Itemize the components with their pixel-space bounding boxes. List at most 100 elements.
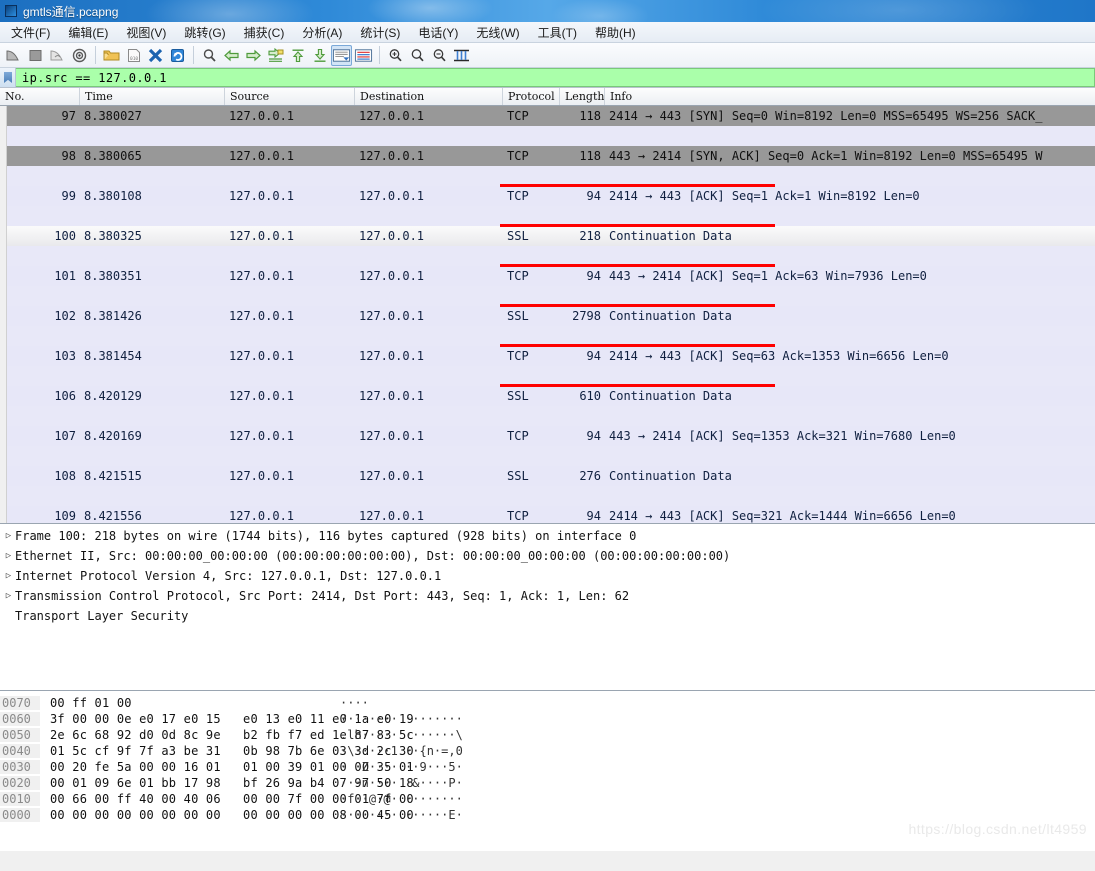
display-filter-bar: ip.src == 127.0.0.1 xyxy=(0,68,1095,88)
packet-bytes-pane[interactable]: 0070 00 ff 01 00 ···· 0060 3f 00 00 0e e0 17… xyxy=(0,691,1095,851)
hex-ascii: ·f··@·@· ········ xyxy=(340,792,463,806)
hex-offset: 0060 xyxy=(0,712,40,726)
packet-details-pane[interactable]: ▷ Frame 100: 218 bytes on wire (1744 bits… xyxy=(0,524,1095,691)
find-packet-icon[interactable] xyxy=(199,45,220,66)
packet-row[interactable]: 99 8.380108 127.0.0.1 127.0.0.1 TCP 94 2414 → … xyxy=(0,186,1095,206)
menu-statistics[interactable]: 统计(S) xyxy=(351,22,409,43)
capture-options-icon[interactable] xyxy=(69,45,90,66)
hex-ascii: ···· xyxy=(340,696,369,710)
hex-dump-row[interactable]: 0060 3f 00 00 0e e0 17 e0 15 e0 13 e0 11 … xyxy=(0,711,1095,727)
hex-offset: 0030 xyxy=(0,760,40,774)
go-forward-icon[interactable] xyxy=(243,45,264,66)
hex-ascii: · ·Z···· ··9···5· xyxy=(340,760,463,774)
column-header-source[interactable]: Source xyxy=(225,88,355,105)
packet-protocol-cell: TCP xyxy=(507,109,529,123)
column-header-no[interactable]: No. xyxy=(0,88,80,105)
packet-dest-cell: 127.0.0.1 xyxy=(359,389,425,403)
close-file-icon[interactable] xyxy=(145,45,166,66)
hex-dump-row[interactable]: 0010 00 66 00 ff 40 00 40 06 00 00 7f 00 … xyxy=(0,791,1095,807)
zoom-out-icon[interactable] xyxy=(407,45,428,66)
packet-info-cell: 2414 → 443 [ACK] Seq=1 Ack=1 Win=8192 Le… xyxy=(609,189,920,203)
column-header-protocol[interactable]: Protocol xyxy=(503,88,560,105)
hex-dump-row[interactable]: 0030 00 20 fe 5a 00 00 16 01 01 00 39 01 … xyxy=(0,759,1095,775)
packet-length-cell: 94 xyxy=(586,349,601,363)
packet-time-cell: 8.380325 xyxy=(84,229,142,243)
detail-row[interactable]: ▷ Frame 100: 218 bytes on wire (1744 bits… xyxy=(0,526,1095,546)
hex-ascii: ?······· ········ xyxy=(340,712,463,726)
save-file-icon[interactable]: 010 xyxy=(123,45,144,66)
hex-dump-row[interactable]: 0040 01 5c cf 9f 7f a3 be 31 0b 98 7b 6e … xyxy=(0,743,1095,759)
menu-telephony[interactable]: 电话(Y) xyxy=(409,22,467,43)
detail-row[interactable]: ▷ Ethernet II, Src: 00:00:00_00:00:00 (00… xyxy=(0,546,1095,566)
detail-row[interactable]: ▷ Internet Protocol Version 4, Src: 127.0… xyxy=(0,566,1095,586)
auto-scroll-icon[interactable] xyxy=(331,44,352,66)
filter-bookmark-icon[interactable] xyxy=(0,68,16,87)
hex-dump-row[interactable]: 0070 00 ff 01 00 ···· xyxy=(0,695,1095,711)
hex-dump-row[interactable]: 0050 2e 6c 68 92 d0 0d 8c 9e b2 fb f7 ed … xyxy=(0,727,1095,743)
packet-list-left-margin xyxy=(0,106,7,523)
packet-dest-cell: 127.0.0.1 xyxy=(359,149,425,163)
menu-edit[interactable]: 编辑(E) xyxy=(59,22,117,43)
packet-protocol-cell: SSL xyxy=(507,229,529,243)
display-filter-input[interactable]: ip.src == 127.0.0.1 xyxy=(16,68,1095,87)
colorize-icon[interactable] xyxy=(353,45,374,66)
menu-help[interactable]: 帮助(H) xyxy=(586,22,645,43)
go-last-packet-icon[interactable] xyxy=(309,45,330,66)
zoom-reset-icon[interactable] xyxy=(429,45,450,66)
hex-ascii: .lh····· ·······\ xyxy=(340,728,463,742)
packet-row[interactable]: 101 8.380351 127.0.0.1 127.0.0.1 TCP 94 443 → … xyxy=(0,266,1095,286)
packet-row[interactable]: 108 8.421515 127.0.0.1 127.0.0.1 SSL 276 Conti… xyxy=(0,466,1095,486)
packet-row[interactable]: 106 8.420129 127.0.0.1 127.0.0.1 SSL 610 Conti… xyxy=(0,386,1095,406)
hex-ascii: ········ ······E· xyxy=(340,808,463,822)
column-header-time[interactable]: Time xyxy=(80,88,225,105)
packet-row[interactable]: 97 8.380027 127.0.0.1 127.0.0.1 TCP 118 2414 →… xyxy=(0,106,1095,126)
expand-triangle-icon[interactable]: ▷ xyxy=(2,591,15,601)
packet-row[interactable]: 98 8.380065 127.0.0.1 127.0.0.1 TCP 118 443 → … xyxy=(0,146,1095,166)
resize-columns-icon[interactable] xyxy=(451,45,472,66)
restart-capture-icon[interactable] xyxy=(47,45,68,66)
open-file-icon[interactable] xyxy=(101,45,122,66)
expand-triangle-icon[interactable]: ▷ xyxy=(2,531,15,541)
menu-analyze[interactable]: 分析(A) xyxy=(293,22,351,43)
go-first-packet-icon[interactable] xyxy=(287,45,308,66)
menu-wireless[interactable]: 无线(W) xyxy=(467,22,528,43)
column-header-destination[interactable]: Destination xyxy=(355,88,503,105)
menu-capture[interactable]: 捕获(C) xyxy=(235,22,294,43)
packet-protocol-cell: SSL xyxy=(507,469,529,483)
zoom-in-icon[interactable] xyxy=(385,45,406,66)
go-to-packet-icon[interactable] xyxy=(265,45,286,66)
menu-tools[interactable]: 工具(T) xyxy=(529,22,586,43)
packet-row[interactable]: 107 8.420169 127.0.0.1 127.0.0.1 TCP 94 443 → … xyxy=(0,426,1095,446)
column-header-length[interactable]: Length xyxy=(560,88,605,105)
detail-row[interactable]: Transport Layer Security xyxy=(0,606,1095,626)
packet-protocol-cell: TCP xyxy=(507,149,529,163)
go-back-icon[interactable] xyxy=(221,45,242,66)
packet-row[interactable]: 109 8.421556 127.0.0.1 127.0.0.1 TCP 94 2414 →… xyxy=(0,506,1095,523)
packet-row[interactable]: 102 8.381426 127.0.0.1 127.0.0.1 SSL 2798 Cont… xyxy=(0,306,1095,326)
hex-dump-row[interactable]: 0020 00 01 09 6e 01 bb 17 98 bf 26 9a b4 … xyxy=(0,775,1095,791)
packet-time-cell: 8.380027 xyxy=(84,109,142,123)
packet-row[interactable]: 100 8.380325 127.0.0.1 127.0.0.1 SSL 218 Conti… xyxy=(0,226,1095,246)
packet-source-cell: 127.0.0.1 xyxy=(229,109,295,123)
packet-dest-cell: 127.0.0.1 xyxy=(359,509,425,523)
expand-triangle-icon[interactable]: ▷ xyxy=(2,571,15,581)
packet-length-cell: 118 xyxy=(579,109,601,123)
packet-row[interactable]: 103 8.381454 127.0.0.1 127.0.0.1 TCP 94 2414 →… xyxy=(0,346,1095,366)
menu-file[interactable]: 文件(F) xyxy=(2,22,59,43)
reload-file-icon[interactable] xyxy=(167,45,188,66)
expand-triangle-icon[interactable]: ▷ xyxy=(2,551,15,561)
start-capture-icon[interactable] xyxy=(3,45,24,66)
menu-go[interactable]: 跳转(G) xyxy=(175,22,234,43)
packet-info-cell: Continuation Data xyxy=(609,469,732,483)
packet-no-cell: 103 xyxy=(54,349,76,363)
packet-list[interactable]: 97 8.380027 127.0.0.1 127.0.0.1 TCP 118 2414 →… xyxy=(0,106,1095,524)
packet-protocol-cell: SSL xyxy=(507,309,529,323)
menu-view[interactable]: 视图(V) xyxy=(117,22,175,43)
packet-dest-cell: 127.0.0.1 xyxy=(359,349,425,363)
toolbar-separator-1 xyxy=(95,46,96,64)
packet-length-cell: 610 xyxy=(579,389,601,403)
stop-capture-icon[interactable] xyxy=(25,45,46,66)
detail-row[interactable]: ▷ Transmission Control Protocol, Src Port… xyxy=(0,586,1095,606)
column-header-info[interactable]: Info xyxy=(605,88,1095,105)
hex-offset: 0010 xyxy=(0,792,40,806)
